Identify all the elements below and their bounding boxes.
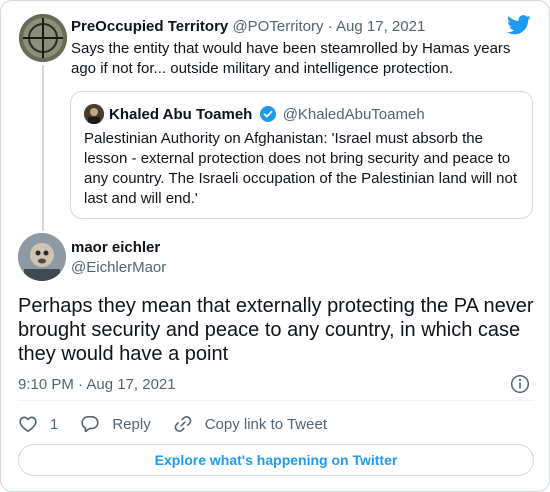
parent-author-name[interactable]: PreOccupied Territory (71, 18, 228, 35)
main-tweet-timestamp[interactable]: 9:10 PM · Aug 17, 2021 (18, 375, 176, 394)
tweet-actions-bar: 1 Reply Copy link to Tweet (18, 414, 349, 434)
like-button[interactable]: 1 (18, 414, 58, 434)
parent-author-avatar[interactable] (19, 14, 67, 62)
main-author-avatar[interactable] (18, 233, 66, 281)
parent-separator: · (327, 18, 333, 35)
reply-label: Reply (112, 415, 151, 433)
verified-badge-icon (259, 106, 276, 122)
heart-icon (19, 416, 37, 432)
quoted-tweet-header: Khaled Abu Toameh @KhaledAbuToameh (109, 105, 425, 124)
parent-tweet-header: PreOccupied Territory @POTerritory · Aug… (71, 17, 425, 36)
parent-date[interactable]: Aug 17, 2021 (336, 18, 425, 35)
quoted-author-handle: @KhaledAbuToameh (282, 106, 425, 123)
thread-connector-line (42, 65, 44, 231)
explore-twitter-button[interactable]: Explore what's happening on Twitter (18, 444, 534, 476)
parent-tweet-text: Says the entity that would have been ste… (71, 40, 511, 77)
main-tweet-text: Perhaps they mean that externally protec… (18, 295, 534, 365)
parent-author-handle[interactable]: @POTerritory (232, 18, 323, 35)
quoted-author-avatar (84, 104, 104, 124)
info-icon[interactable] (510, 374, 530, 394)
twitter-bird-icon[interactable] (507, 15, 531, 35)
reply-icon (81, 416, 99, 433)
copy-link-label: Copy link to Tweet (204, 415, 327, 433)
action-divider (18, 400, 534, 401)
quoted-author-name: Khaled Abu Toameh (109, 106, 253, 123)
tweet-embed-card: PreOccupied Territory @POTerritory · Aug… (0, 0, 550, 492)
quoted-tweet[interactable]: Khaled Abu Toameh @KhaledAbuToameh Pales… (70, 91, 533, 219)
main-author-name[interactable]: maor eichler (71, 238, 160, 257)
quoted-tweet-text: Palestinian Authority on Afghanistan: 'I… (84, 130, 518, 207)
like-count: 1 (50, 415, 59, 433)
reply-button[interactable]: Reply (80, 414, 151, 434)
main-author-handle[interactable]: @EichlerMaor (71, 258, 166, 277)
copy-link-button[interactable]: Copy link to Tweet (173, 414, 327, 434)
link-icon (174, 416, 192, 432)
